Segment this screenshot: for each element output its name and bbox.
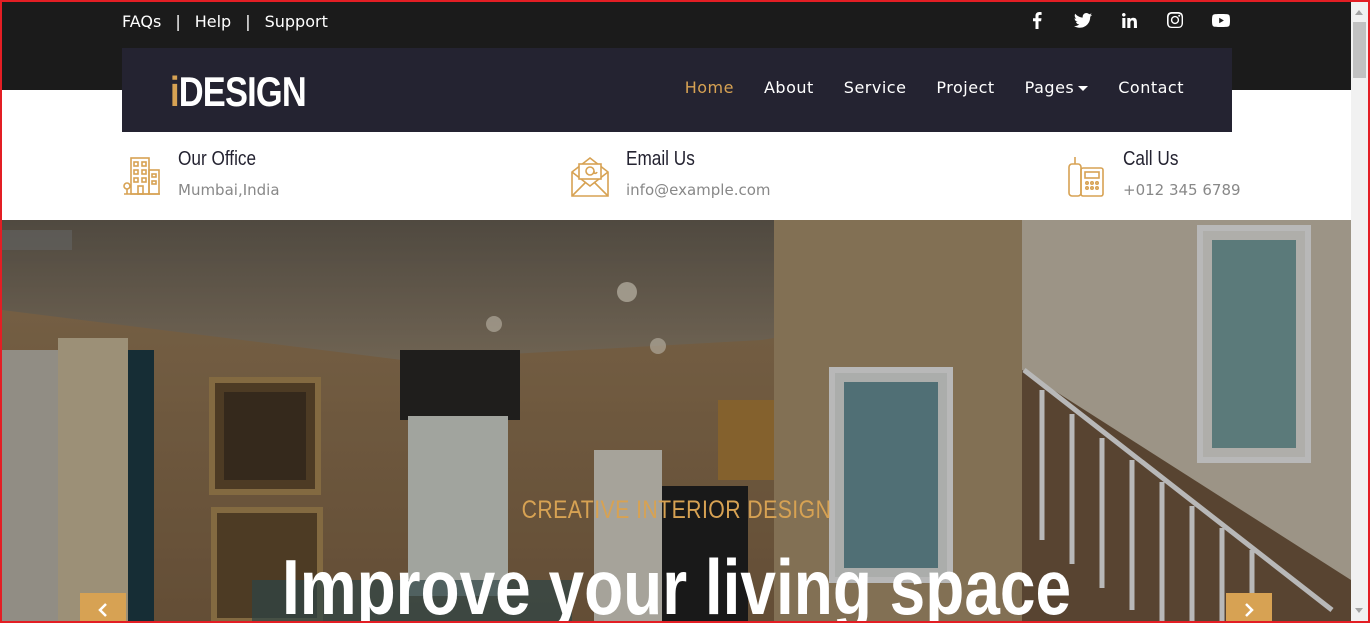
- facebook-icon[interactable]: [1027, 10, 1047, 30]
- nav-item-contact[interactable]: Contact: [1118, 78, 1184, 97]
- nav-item-project[interactable]: Project: [936, 78, 994, 97]
- phone-info: Call Us +012 345 6789: [1067, 148, 1241, 199]
- social-links: [1027, 10, 1231, 30]
- separator: |: [245, 11, 251, 31]
- office-info: Our Office Mumbai,India: [122, 148, 280, 199]
- carousel-next-button[interactable]: [1226, 593, 1272, 621]
- support-link[interactable]: Support: [265, 12, 328, 31]
- nav-item-pages[interactable]: Pages: [1025, 78, 1089, 97]
- page-scrollbar[interactable]: [1351, 2, 1368, 621]
- nav-item-home[interactable]: Home: [685, 78, 734, 97]
- linkedin-icon[interactable]: [1119, 10, 1139, 30]
- phone-icon: [1068, 157, 1104, 197]
- scrollbar-thumb[interactable]: [1353, 22, 1366, 78]
- chevron-left-icon: [98, 603, 107, 617]
- nav-item-pages-label: Pages: [1024, 78, 1075, 97]
- hero-title: Improve your living space: [281, 543, 1072, 621]
- email-title: Email Us: [626, 148, 695, 170]
- scroll-down-icon[interactable]: [1355, 608, 1363, 613]
- envelope-icon: [571, 156, 609, 197]
- brand-logo[interactable]: iDESIGN: [170, 68, 307, 116]
- instagram-icon[interactable]: [1165, 10, 1185, 30]
- phone-value[interactable]: +012 345 6789: [1123, 181, 1241, 199]
- main-navbar: iDESIGN Home About Service Project Pages…: [122, 48, 1232, 132]
- office-title: Our Office: [178, 148, 257, 170]
- email-info: Email Us info@example.com: [570, 148, 771, 199]
- office-value: Mumbai,India: [178, 181, 280, 199]
- twitter-icon[interactable]: [1073, 10, 1093, 30]
- nav-item-about[interactable]: About: [764, 78, 814, 97]
- youtube-icon[interactable]: [1211, 10, 1231, 30]
- hero-carousel: CREATIVE INTERIOR DESIGN Improve your li…: [2, 220, 1351, 621]
- contact-info-row: Our Office Mumbai,India Email Us info@ex…: [2, 132, 1351, 220]
- help-link[interactable]: Help: [195, 12, 231, 31]
- separator: |: [175, 11, 181, 31]
- scroll-up-icon[interactable]: [1355, 10, 1363, 15]
- hero-kicker: CREATIVE INTERIOR DESIGN: [521, 496, 832, 524]
- nav-item-service[interactable]: Service: [844, 78, 907, 97]
- chevron-right-icon: [1245, 603, 1254, 617]
- building-icon: [123, 157, 160, 195]
- faqs-link[interactable]: FAQs: [122, 12, 161, 31]
- caret-down-icon: [1078, 86, 1089, 91]
- nav-menu: Home About Service Project Pages Contact: [685, 78, 1184, 97]
- carousel-prev-button[interactable]: [80, 593, 126, 621]
- phone-title: Call Us: [1123, 148, 1179, 170]
- top-links: FAQs | Help | Support: [122, 10, 328, 32]
- email-value[interactable]: info@example.com: [626, 181, 771, 199]
